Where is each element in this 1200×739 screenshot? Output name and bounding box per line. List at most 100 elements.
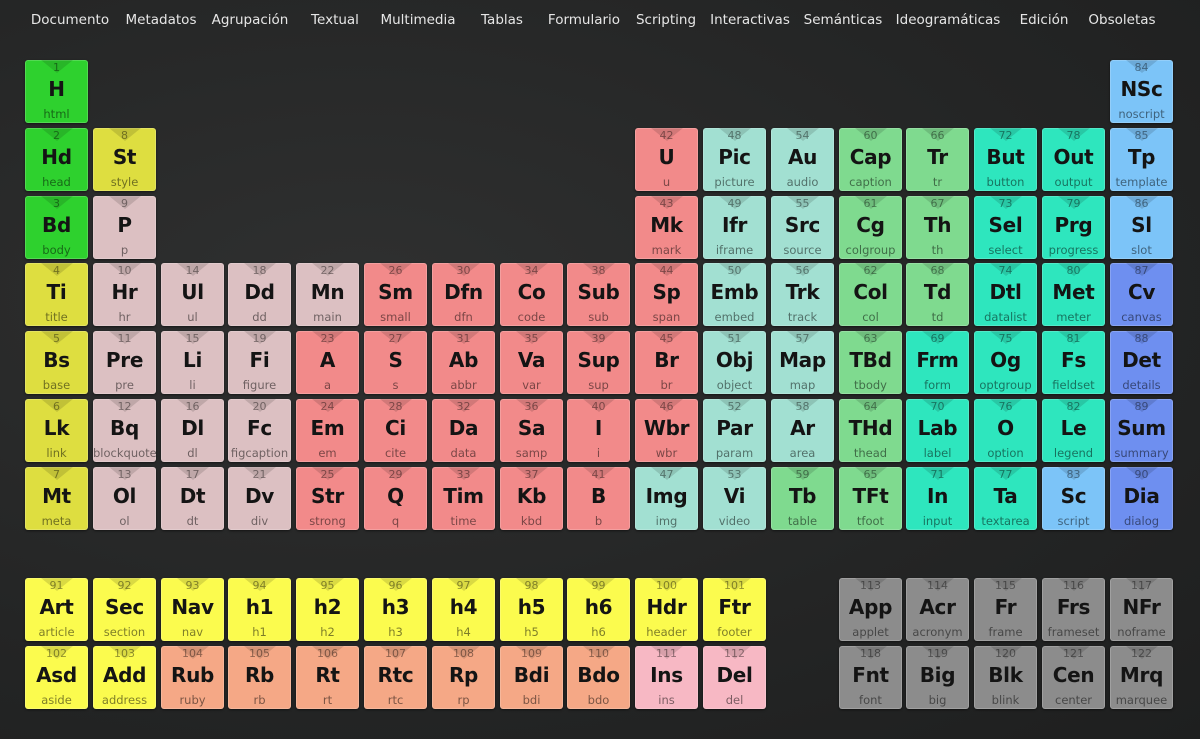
element-tile-html[interactable]: 1 Hhtml xyxy=(25,60,88,123)
element-tile-tfoot[interactable]: 65 TFt tfoot xyxy=(839,467,902,530)
element-tile-rtc[interactable]: 107 Rtc rtc xyxy=(364,646,427,709)
element-tile-source[interactable]: 55 Src source xyxy=(771,196,834,259)
element-tile-br[interactable]: 45 Br br xyxy=(635,331,698,394)
element-tile-h2[interactable]: 95 h2 h2 xyxy=(296,578,359,641)
element-tile-iframe[interactable]: 49 Ifr iframe xyxy=(703,196,766,259)
element-tile-header[interactable]: 100 Hdr header xyxy=(635,578,698,641)
element-tile-h5[interactable]: 98 h5 h5 xyxy=(500,578,563,641)
element-tile-ul[interactable]: 14 Ul ul xyxy=(161,263,224,326)
element-tile-template[interactable]: 85 Tp template xyxy=(1110,128,1173,191)
element-tile-h3[interactable]: 96 h3 h3 xyxy=(364,578,427,641)
element-tile-nav[interactable]: 93 Nav nav xyxy=(161,578,224,641)
element-tile-ol[interactable]: 13 Ol ol xyxy=(93,467,156,530)
element-tile-thead[interactable]: 64 THd thead xyxy=(839,399,902,462)
element-tile-center[interactable]: 121 Cen center xyxy=(1042,646,1105,709)
element-tile-slot[interactable]: 86 Sl slot xyxy=(1110,196,1173,259)
element-tile-label[interactable]: 70 Lab label xyxy=(906,399,969,462)
element-tile-col[interactable]: 62 Col col xyxy=(839,263,902,326)
element-tile-main[interactable]: 22 Mn main xyxy=(296,263,359,326)
element-tile-time[interactable]: 33 Tim time xyxy=(432,467,495,530)
element-tile-button[interactable]: 72 But button xyxy=(974,128,1037,191)
element-tile-em[interactable]: 24 Em em xyxy=(296,399,359,462)
element-tile-noscript[interactable]: 84 NSc noscript xyxy=(1110,60,1173,123)
element-tile-noframe[interactable]: 117 NFr noframe xyxy=(1110,578,1173,641)
element-tile-bdi[interactable]: 109 Bdi bdi xyxy=(500,646,563,709)
element-tile-meta[interactable]: 7 Mt meta xyxy=(25,467,88,530)
element-tile-rb[interactable]: 105 Rb rb xyxy=(228,646,291,709)
element-tile-fieldset[interactable]: 81 Fs fieldset xyxy=(1042,331,1105,394)
element-tile-picture[interactable]: 48 Pic picture xyxy=(703,128,766,191)
element-tile-aside[interactable]: 102 Asd aside xyxy=(25,646,88,709)
element-tile-strong[interactable]: 25 Str strong xyxy=(296,467,359,530)
element-tile-dfn[interactable]: 30 Dfn dfn xyxy=(432,263,495,326)
element-tile-rt[interactable]: 106 Rt rt xyxy=(296,646,359,709)
element-tile-hr[interactable]: 10 Hr hr xyxy=(93,263,156,326)
element-tile-figcaption[interactable]: 20 Fc figcaption xyxy=(228,399,291,462)
element-tile-option[interactable]: 76 Ooption xyxy=(974,399,1037,462)
element-tile-link[interactable]: 6 Lk link xyxy=(25,399,88,462)
element-tile-tbody[interactable]: 63 TBd tbody xyxy=(839,331,902,394)
element-tile-script[interactable]: 83 Sc script xyxy=(1042,467,1105,530)
element-tile-progress[interactable]: 79 Prg progress xyxy=(1042,196,1105,259)
element-tile-mark[interactable]: 43 Mk mark xyxy=(635,196,698,259)
element-tile-ins[interactable]: 111 Ins ins xyxy=(635,646,698,709)
element-tile-span[interactable]: 44 Sp span xyxy=(635,263,698,326)
element-tile-summary[interactable]: 89 Sum summary xyxy=(1110,399,1173,462)
element-tile-section[interactable]: 92 Sec section xyxy=(93,578,156,641)
element-tile-address[interactable]: 103 Add address xyxy=(93,646,156,709)
element-tile-table[interactable]: 59 Tb table xyxy=(771,467,834,530)
element-tile-map[interactable]: 57 Map map xyxy=(771,331,834,394)
element-tile-abbr[interactable]: 31 Ab abbr xyxy=(432,331,495,394)
element-tile-del[interactable]: 112 Del del xyxy=(703,646,766,709)
element-tile-bdo[interactable]: 110 Bdo bdo xyxy=(567,646,630,709)
element-tile-i[interactable]: 40 Ii xyxy=(567,399,630,462)
element-tile-blockquote[interactable]: 12 Bq blockquote xyxy=(93,399,156,462)
element-tile-h1[interactable]: 94 h1 h1 xyxy=(228,578,291,641)
element-tile-footer[interactable]: 101 Ftr footer xyxy=(703,578,766,641)
element-tile-pre[interactable]: 11 Pre pre xyxy=(93,331,156,394)
element-tile-tr[interactable]: 66 Tr tr xyxy=(906,128,969,191)
element-tile-sub[interactable]: 38 Sub sub xyxy=(567,263,630,326)
element-tile-meter[interactable]: 80 Met meter xyxy=(1042,263,1105,326)
element-tile-var[interactable]: 35 Va var xyxy=(500,331,563,394)
element-tile-a[interactable]: 23 Aa xyxy=(296,331,359,394)
element-tile-dt[interactable]: 17 Dt dt xyxy=(161,467,224,530)
element-tile-style[interactable]: 8 St style xyxy=(93,128,156,191)
element-tile-object[interactable]: 51 Obj object xyxy=(703,331,766,394)
element-tile-h4[interactable]: 97 h4 h4 xyxy=(432,578,495,641)
element-tile-big[interactable]: 119 Big big xyxy=(906,646,969,709)
element-tile-frame[interactable]: 115 Fr frame xyxy=(974,578,1037,641)
element-tile-legend[interactable]: 82 Le legend xyxy=(1042,399,1105,462)
element-tile-base[interactable]: 5 Bs base xyxy=(25,331,88,394)
element-tile-select[interactable]: 73 Sel select xyxy=(974,196,1037,259)
element-tile-audio[interactable]: 54 Au audio xyxy=(771,128,834,191)
element-tile-q[interactable]: 29 Qq xyxy=(364,467,427,530)
element-tile-dd[interactable]: 18 Dd dd xyxy=(228,263,291,326)
element-tile-div[interactable]: 21 Dv div xyxy=(228,467,291,530)
element-tile-marquee[interactable]: 122 Mrq marquee xyxy=(1110,646,1173,709)
element-tile-wbr[interactable]: 46 Wbr wbr xyxy=(635,399,698,462)
element-tile-samp[interactable]: 36 Sa samp xyxy=(500,399,563,462)
element-tile-param[interactable]: 52 Par param xyxy=(703,399,766,462)
element-tile-h6[interactable]: 99 h6 h6 xyxy=(567,578,630,641)
element-tile-dl[interactable]: 16 Dl dl xyxy=(161,399,224,462)
element-tile-frameset[interactable]: 116 Frs frameset xyxy=(1042,578,1105,641)
element-tile-sup[interactable]: 39 Sup sup xyxy=(567,331,630,394)
element-tile-embed[interactable]: 50 Emb embed xyxy=(703,263,766,326)
element-tile-u[interactable]: 42 Uu xyxy=(635,128,698,191)
element-tile-colgroup[interactable]: 61 Cg colgroup xyxy=(839,196,902,259)
element-tile-font[interactable]: 118 Fnt font xyxy=(839,646,902,709)
element-tile-blink[interactable]: 120 Blk blink xyxy=(974,646,1037,709)
element-tile-title[interactable]: 4 Ti title xyxy=(25,263,88,326)
element-tile-th[interactable]: 67 Th th xyxy=(906,196,969,259)
element-tile-ruby[interactable]: 104 Rub ruby xyxy=(161,646,224,709)
element-tile-head[interactable]: 2 Hd head xyxy=(25,128,88,191)
element-tile-td[interactable]: 68 Td td xyxy=(906,263,969,326)
element-tile-b[interactable]: 41 Bb xyxy=(567,467,630,530)
element-tile-img[interactable]: 47 Img img xyxy=(635,467,698,530)
element-tile-p[interactable]: 9 Pp xyxy=(93,196,156,259)
element-tile-s[interactable]: 27 Ss xyxy=(364,331,427,394)
element-tile-datalist[interactable]: 74 Dtl datalist xyxy=(974,263,1037,326)
element-tile-dialog[interactable]: 90 Dia dialog xyxy=(1110,467,1173,530)
element-tile-video[interactable]: 53 Vi video xyxy=(703,467,766,530)
